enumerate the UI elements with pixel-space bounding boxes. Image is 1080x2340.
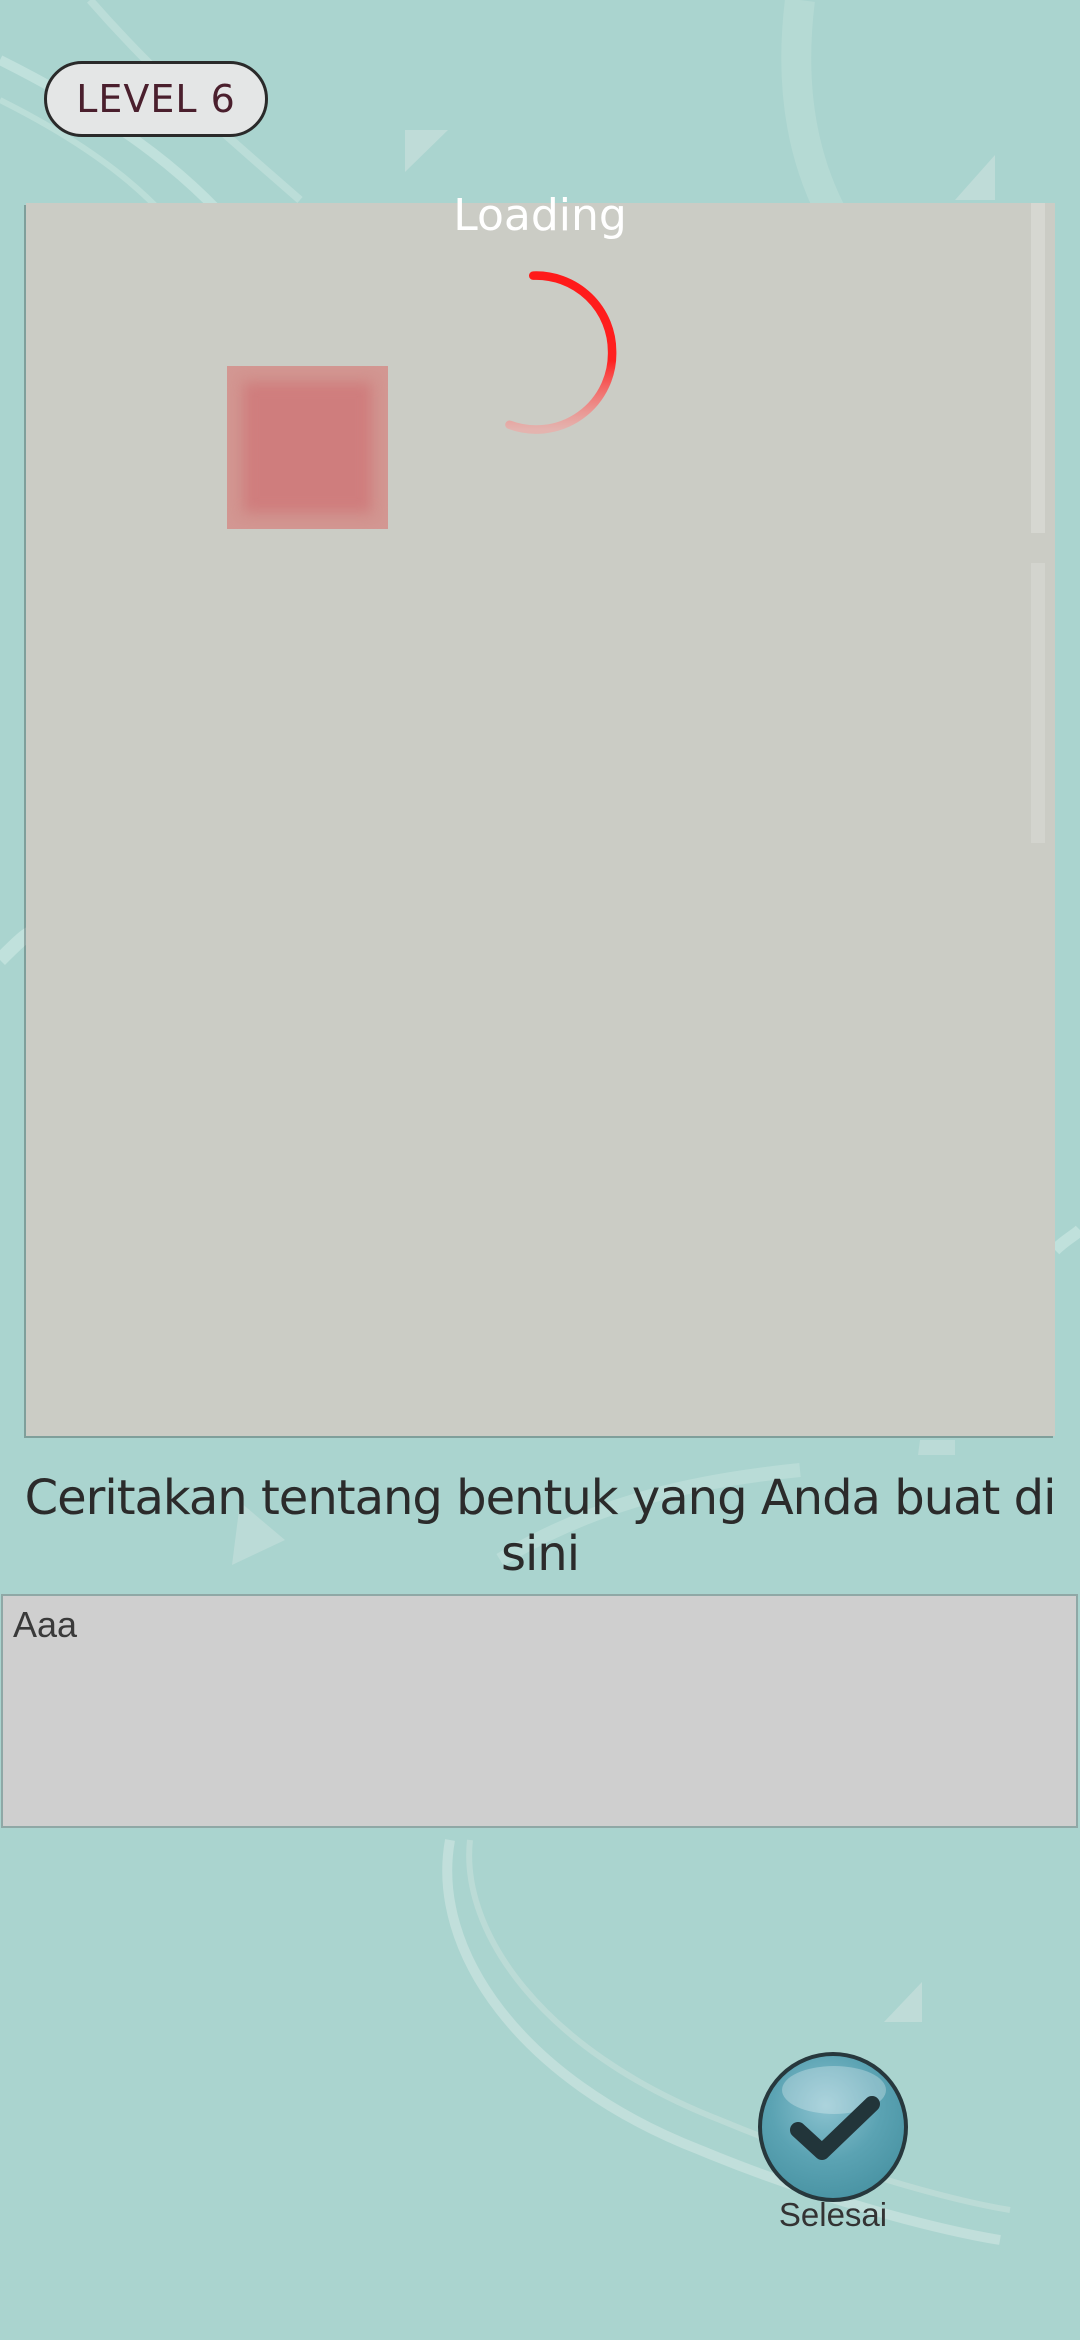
level-label: LEVEL 6 <box>76 77 236 121</box>
done-button-label[interactable]: Selesai <box>733 2196 933 2234</box>
canvas-scrollbar-track <box>1031 203 1045 533</box>
instruction-prompt: Ceritakan tentang bentuk yang Anda buat … <box>24 1470 1057 1582</box>
loading-text: Loading <box>453 190 627 241</box>
shape-square-inner <box>245 384 370 511</box>
loading-spinner-icon <box>505 271 617 434</box>
done-button[interactable] <box>758 2052 908 2202</box>
drawn-shape-square[interactable] <box>227 366 388 529</box>
checkmark-icon <box>790 2096 880 2160</box>
level-badge: LEVEL 6 <box>44 61 268 137</box>
answer-text-field[interactable]: Aaa <box>1 1594 1078 1828</box>
canvas-scrollbar-thumb[interactable] <box>1031 563 1045 843</box>
